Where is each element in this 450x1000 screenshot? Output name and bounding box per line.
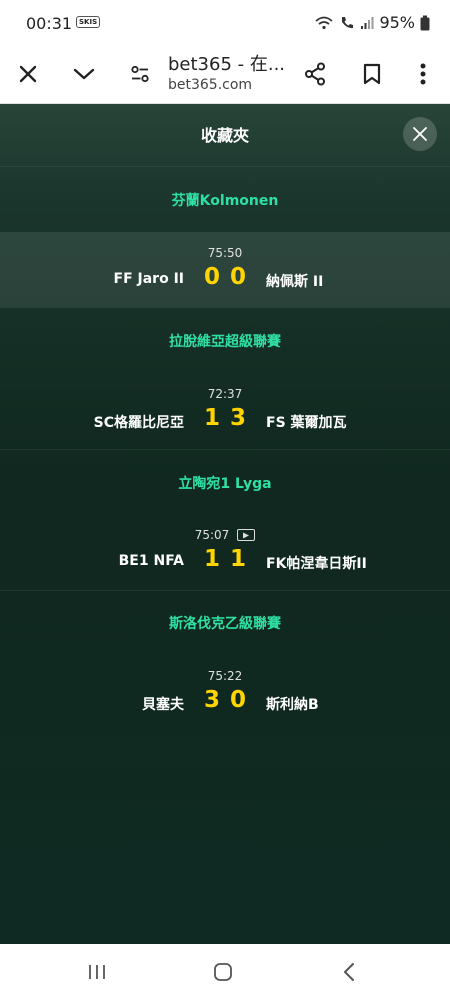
chevron-down-icon[interactable] (64, 54, 104, 94)
league-header[interactable]: 斯洛伐克乙級聯賽 (0, 613, 450, 633)
away-score: 0 (229, 687, 246, 713)
vowifi-icon (339, 15, 355, 31)
more-vert-icon[interactable] (403, 54, 443, 94)
status-bar: 00:31 SKIS 95% (0, 0, 450, 46)
home-team: BE1 NFA (118, 553, 184, 569)
divider (0, 590, 450, 591)
away-team: FK帕涅韋日斯II (266, 556, 367, 572)
away-team: FS 葉爾加瓦 (266, 415, 347, 431)
away-team: 斯利納B (266, 697, 319, 713)
battery-icon (420, 15, 430, 31)
battery-percentage: 95% (379, 13, 415, 32)
match-clock: 75:07 (194, 528, 230, 542)
recent-apps-icon[interactable] (77, 958, 117, 986)
close-icon[interactable] (8, 54, 48, 94)
home-team: SC格羅比尼亞 (93, 415, 184, 431)
home-score: 0 (203, 264, 220, 290)
match-row[interactable]: 75:50 FF Jaro II 0 0 納佩斯 II (0, 232, 450, 308)
match-clock: 75:22 (207, 669, 243, 683)
league-header[interactable]: 拉脫維亞超級聯賽 (0, 331, 450, 351)
skis-icon: SKIS (76, 16, 101, 28)
away-score: 1 (229, 546, 246, 572)
system-nav-bar (0, 944, 450, 1000)
signal-icon (360, 16, 374, 30)
match-row[interactable]: 72:37 SC格羅比尼亞 1 3 FS 葉爾加瓦 (0, 373, 450, 449)
home-icon[interactable] (203, 958, 243, 986)
match-row[interactable]: 75:22 貝塞夫 3 0 斯利納B (0, 655, 450, 731)
home-team: FF Jaro II (113, 271, 184, 287)
share-icon[interactable] (295, 54, 335, 94)
bookmark-icon[interactable] (352, 54, 392, 94)
league-header[interactable]: 立陶宛1 Lyga (0, 473, 450, 493)
close-icon (413, 127, 427, 141)
away-score: 3 (229, 405, 246, 431)
favourites-title: 收藏夾 (200, 126, 249, 145)
home-team: 貝塞夫 (142, 697, 184, 713)
close-favourites-button[interactable] (403, 117, 437, 151)
home-score: 1 (203, 405, 220, 431)
live-stream-icon[interactable] (237, 529, 256, 541)
league-header[interactable]: 芬蘭Kolmonen (0, 190, 450, 210)
page-title[interactable]: bet365 - 在... (168, 50, 293, 76)
match-row[interactable]: 75:07 BE1 NFA 1 1 FK帕涅韋日斯II (0, 514, 450, 590)
home-score: 3 (203, 687, 220, 713)
favourites-panel: 收藏夾 芬蘭Kolmonen 75:50 FF Jaro II 0 0 納佩斯 … (0, 104, 450, 944)
status-indicators: 95% (314, 13, 430, 32)
divider (0, 449, 450, 450)
browser-toolbar: bet365 - 在... bet365.com (0, 46, 450, 104)
back-icon[interactable] (329, 958, 369, 986)
wifi-call-icon (314, 15, 334, 31)
tune-icon[interactable] (120, 54, 160, 94)
away-score: 0 (229, 264, 246, 290)
favourites-header: 收藏夾 (0, 104, 450, 167)
home-score: 1 (203, 546, 220, 572)
match-clock: 72:37 (207, 387, 243, 401)
away-team: 納佩斯 II (266, 274, 324, 290)
status-time: 00:31 (26, 14, 73, 33)
page-domain[interactable]: bet365.com (168, 77, 252, 93)
match-clock: 75:50 (207, 246, 243, 260)
